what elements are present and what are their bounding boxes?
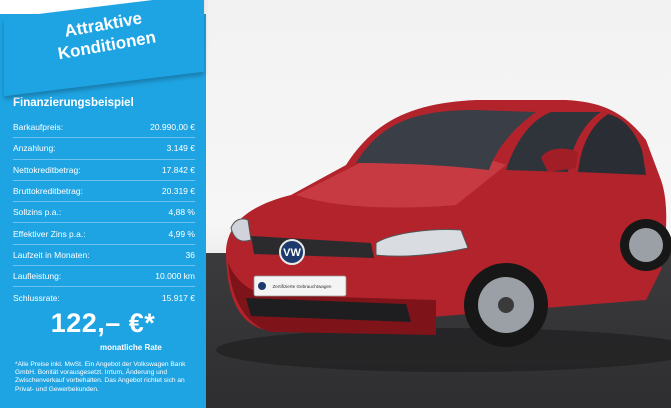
row-value: 10.000 km [155, 271, 195, 282]
row-value: 36 [185, 249, 195, 260]
row-value: 17.842 € [161, 164, 195, 175]
offer-banner: VW Zertifizierte Gebrauchtwagen Attrakti… [0, 0, 671, 408]
car-illustration: VW Zertifizierte Gebrauchtwagen [216, 100, 671, 372]
car-photo: VW Zertifizierte Gebrauchtwagen [206, 0, 671, 408]
financing-panel: Attraktive Konditionen Finanzierungsbeis… [0, 0, 206, 408]
monthly-price: 122,– €* [50, 308, 156, 338]
table-row: Schlussrate: 15.917 € [13, 287, 195, 307]
row-value: 15.917 € [161, 292, 195, 303]
table-row: Laufleistung: 10.000 km [13, 266, 195, 288]
table-row: Effektiver Zins p.a.: 4,99 % [13, 223, 195, 245]
table-row: Anzahlung: 3.149 € [13, 138, 195, 160]
table-row: Barkaufpreis: 20.990,00 € [13, 117, 195, 139]
row-label: Sollzins p.a.: [13, 207, 62, 218]
row-value: 20.319 € [161, 186, 195, 197]
svg-text:VW: VW [283, 247, 301, 259]
row-value: 4,99 % [168, 228, 195, 239]
row-value: 4,88 % [168, 207, 195, 218]
row-value: 20.990,00 € [150, 122, 195, 133]
row-label: Barkaufpreis: [13, 122, 64, 133]
financing-title: Finanzierungsbeispiel [13, 97, 134, 109]
table-row: Sollzins p.a.: 4,88 % [13, 202, 195, 224]
row-label: Laufleistung: [13, 271, 62, 282]
row-label: Laufzeit in Monaten: [13, 249, 90, 260]
financing-table: Barkaufpreis: 20.990,00 € Anzahlung: 3.149… [13, 117, 195, 308]
price-caption: monatliche Rate [100, 343, 162, 352]
row-label: Nettokreditbetrag: [13, 164, 81, 175]
svg-text:Zertifizierte Gebrauchtwagen: Zertifizierte Gebrauchtwagen [273, 284, 332, 289]
disclaimer-text: *Alle Preise inkl. MwSt. Ein Angebot der… [15, 361, 186, 393]
table-row: Bruttokreditbetrag: 20.319 € [13, 181, 195, 203]
row-label: Bruttokreditbetrag: [13, 186, 83, 197]
row-label: Effektiver Zins p.a.: [13, 228, 86, 239]
row-label: Anzahlung: [13, 143, 56, 154]
table-row: Laufzeit in Monaten: 36 [13, 245, 195, 267]
table-row: Nettokreditbetrag: 17.842 € [13, 160, 195, 181]
row-value: 3.149 € [166, 143, 195, 154]
row-label: Schlussrate: [13, 292, 60, 303]
